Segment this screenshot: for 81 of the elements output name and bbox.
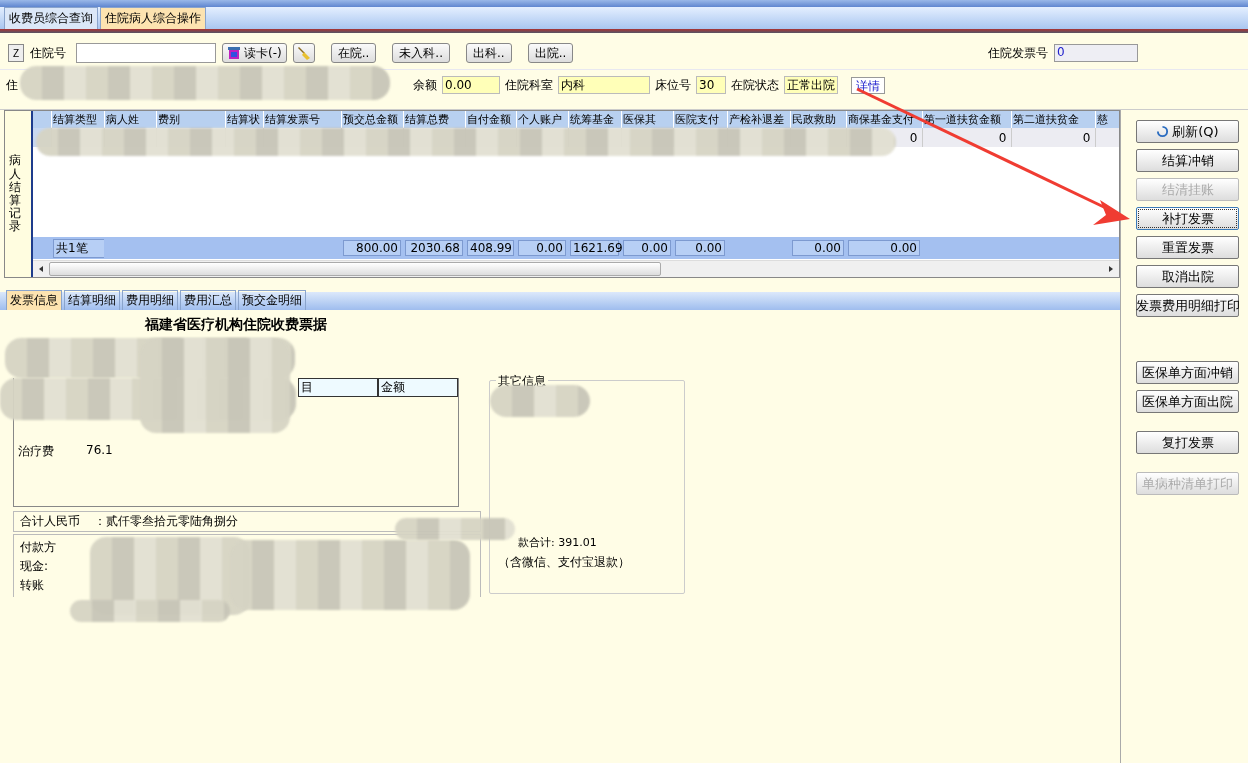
refund-total: 款合计: 391.01 (518, 535, 598, 550)
details-button[interactable]: 详情 (851, 76, 885, 94)
scroll-left-icon[interactable] (37, 265, 45, 273)
invoice-no-field[interactable]: 0 (1054, 44, 1138, 62)
column-header[interactable]: 预交总金额 (341, 111, 403, 128)
action-button[interactable]: 医保单方面出院 (1136, 390, 1239, 413)
payment-line: 付款方 (20, 539, 57, 556)
card-reader-icon (227, 46, 241, 60)
z-button[interactable]: Z (8, 44, 24, 62)
total-cell: 0.00 (848, 240, 920, 256)
column-header[interactable]: 民政救助 (790, 111, 846, 128)
action-button[interactable]: 结算冲销 (1136, 149, 1239, 172)
bed-field[interactable]: 30 (696, 76, 726, 94)
filter-button[interactable]: 在院.. (330, 43, 377, 63)
filter-button[interactable]: 出院.. (527, 43, 574, 63)
table-cell: 0 (922, 128, 1011, 147)
status-field[interactable]: 正常出院 (784, 76, 838, 94)
refresh-icon (1156, 125, 1170, 138)
department-field[interactable]: 内科 (558, 76, 650, 94)
filter-button[interactable]: 出科.. (466, 43, 512, 63)
item-name: 治疗费 (18, 443, 55, 460)
action-button[interactable]: 取消出院 (1136, 265, 1239, 288)
column-header[interactable]: 产检补退差 (727, 111, 790, 128)
filter-button[interactable]: 未入科.. (392, 43, 450, 63)
clear-button[interactable] (292, 43, 315, 63)
detail-tab[interactable]: 费用明细 (122, 290, 178, 310)
column-header: 目 (298, 378, 378, 397)
total-cell: 408.99 (467, 240, 514, 256)
detail-tab[interactable]: 预交金明细 (238, 290, 306, 310)
settlement-records-label: 病人结算记录 (5, 111, 31, 277)
status-label: 在院状态 (731, 76, 779, 94)
total-cell: 0.00 (675, 240, 725, 256)
refund-note: （含微信、支付宝退款） (498, 554, 631, 571)
column-header[interactable]: 慈 (1095, 111, 1119, 128)
column-header[interactable]: 自付金额 (465, 111, 516, 128)
total-in-words: ：贰仟零叁拾元零陆角捌分 (94, 513, 238, 530)
total-cell: 0.00 (792, 240, 844, 256)
patient-label: 住 (6, 76, 18, 94)
total-cell: 800.00 (343, 240, 401, 256)
balance-field[interactable]: 0.00 (442, 76, 500, 94)
module-tab[interactable]: 收费员综合查询 (4, 7, 98, 29)
invoice-no-label: 住院发票号 (988, 44, 1048, 62)
balance-label: 余额 (413, 76, 437, 94)
action-button[interactable]: 重置发票 (1136, 236, 1239, 259)
payment-line: 转账 (20, 577, 45, 594)
payment-line: 现金: (20, 558, 50, 575)
column-header: 金额 (378, 378, 458, 397)
inpatient-no-field[interactable] (76, 43, 216, 63)
column-header[interactable]: 统筹基金 (568, 111, 621, 128)
action-button[interactable]: 发票费用明细打印 (1136, 294, 1239, 317)
column-header[interactable]: 病人姓 (104, 111, 156, 128)
department-label: 住院科室 (505, 76, 553, 94)
action-button[interactable]: 补打发票 (1136, 207, 1239, 230)
column-header[interactable]: 第二道扶贫金 (1011, 111, 1095, 128)
action-button[interactable]: 刷新(Q) (1136, 120, 1239, 143)
item-amount: 76.1 (86, 443, 114, 459)
horizontal-scrollbar[interactable] (33, 260, 1119, 277)
scroll-right-icon[interactable] (1107, 265, 1115, 273)
column-header[interactable]: 医院支付 (673, 111, 727, 128)
detail-tab[interactable]: 结算明细 (64, 290, 120, 310)
total-cell: 0.00 (623, 240, 671, 256)
action-button[interactable]: 医保单方面冲销 (1136, 361, 1239, 384)
column-header[interactable]: 结算类型 (51, 111, 104, 128)
read-card-button[interactable]: 读卡(-) (222, 43, 287, 63)
column-header[interactable]: 结算总费 (403, 111, 465, 128)
total-label: 合计人民币 (20, 513, 80, 530)
table-cell: 0 (1011, 128, 1095, 147)
total-cell: 0.00 (518, 240, 566, 256)
action-button[interactable]: 复打发票 (1136, 431, 1239, 454)
column-header[interactable]: 个人账户 (516, 111, 568, 128)
bed-label: 床位号 (655, 76, 691, 94)
column-header[interactable]: 医保其 (621, 111, 673, 128)
module-tab[interactable]: 住院病人综合操作 (100, 7, 206, 29)
column-header[interactable]: 结算状 (225, 111, 263, 128)
detail-tab[interactable]: 发票信息 (6, 290, 62, 310)
detail-tab[interactable]: 费用汇总 (180, 290, 236, 310)
inpatient-no-label: 住院号 (30, 44, 66, 62)
total-cell: 2030.68 (405, 240, 463, 256)
invoice-title: 福建省医疗机构住院收费票据 (145, 316, 327, 334)
column-header[interactable]: 费别 (156, 111, 225, 128)
column-header[interactable]: 结算发票号 (263, 111, 341, 128)
